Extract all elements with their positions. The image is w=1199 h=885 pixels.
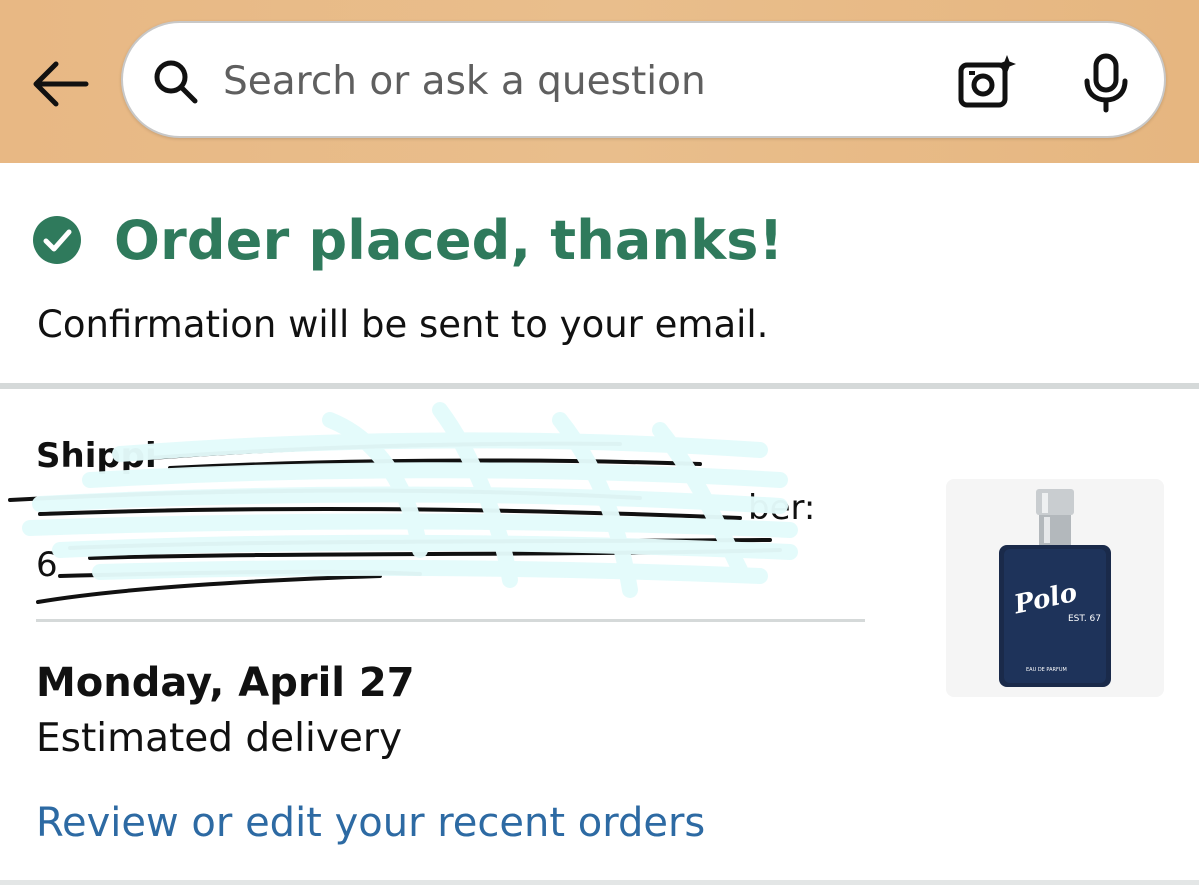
perfume-bottle-image: Polo EST. 67 EAU DE PARFUM: [999, 489, 1111, 687]
section-divider: [0, 383, 1199, 389]
check-circle-icon: [33, 216, 81, 264]
bottle-badge-text: EST. 67: [1068, 614, 1101, 624]
shipping-value-fragment: 6: [36, 545, 58, 585]
search-box[interactable]: [121, 21, 1166, 138]
back-button[interactable]: [28, 56, 92, 112]
search-icon: [154, 60, 198, 104]
order-confirmation-header: Order placed, thanks!: [32, 205, 783, 275]
top-search-bar: [0, 0, 1199, 163]
shipping-number-fragment: ber:: [748, 488, 816, 528]
voice-search-button[interactable]: [1081, 53, 1131, 113]
camera-search-button[interactable]: [956, 53, 1018, 113]
product-thumbnail[interactable]: Polo EST. 67 EAU DE PARFUM: [946, 479, 1164, 697]
bottle-label-text: EAU DE PARFUM: [1026, 667, 1067, 673]
redaction-scribble: [8, 402, 798, 604]
confirmation-title: Order placed, thanks!: [114, 208, 784, 272]
confirmation-subtitle: Confirmation will be sent to your email.: [37, 303, 769, 346]
delivery-divider: [36, 619, 865, 622]
microphone-icon: [1084, 53, 1128, 113]
back-arrow-icon: [33, 61, 89, 107]
review-orders-link[interactable]: Review or edit your recent orders: [36, 800, 705, 846]
bottom-divider: [0, 880, 1199, 885]
delivery-label: Estimated delivery: [36, 716, 403, 761]
delivery-date: Monday, April 27: [36, 660, 415, 706]
camera-sparkle-icon: [958, 55, 1016, 108]
shipping-label-fragment: Shippi: [36, 436, 157, 476]
search-input[interactable]: [223, 51, 923, 111]
